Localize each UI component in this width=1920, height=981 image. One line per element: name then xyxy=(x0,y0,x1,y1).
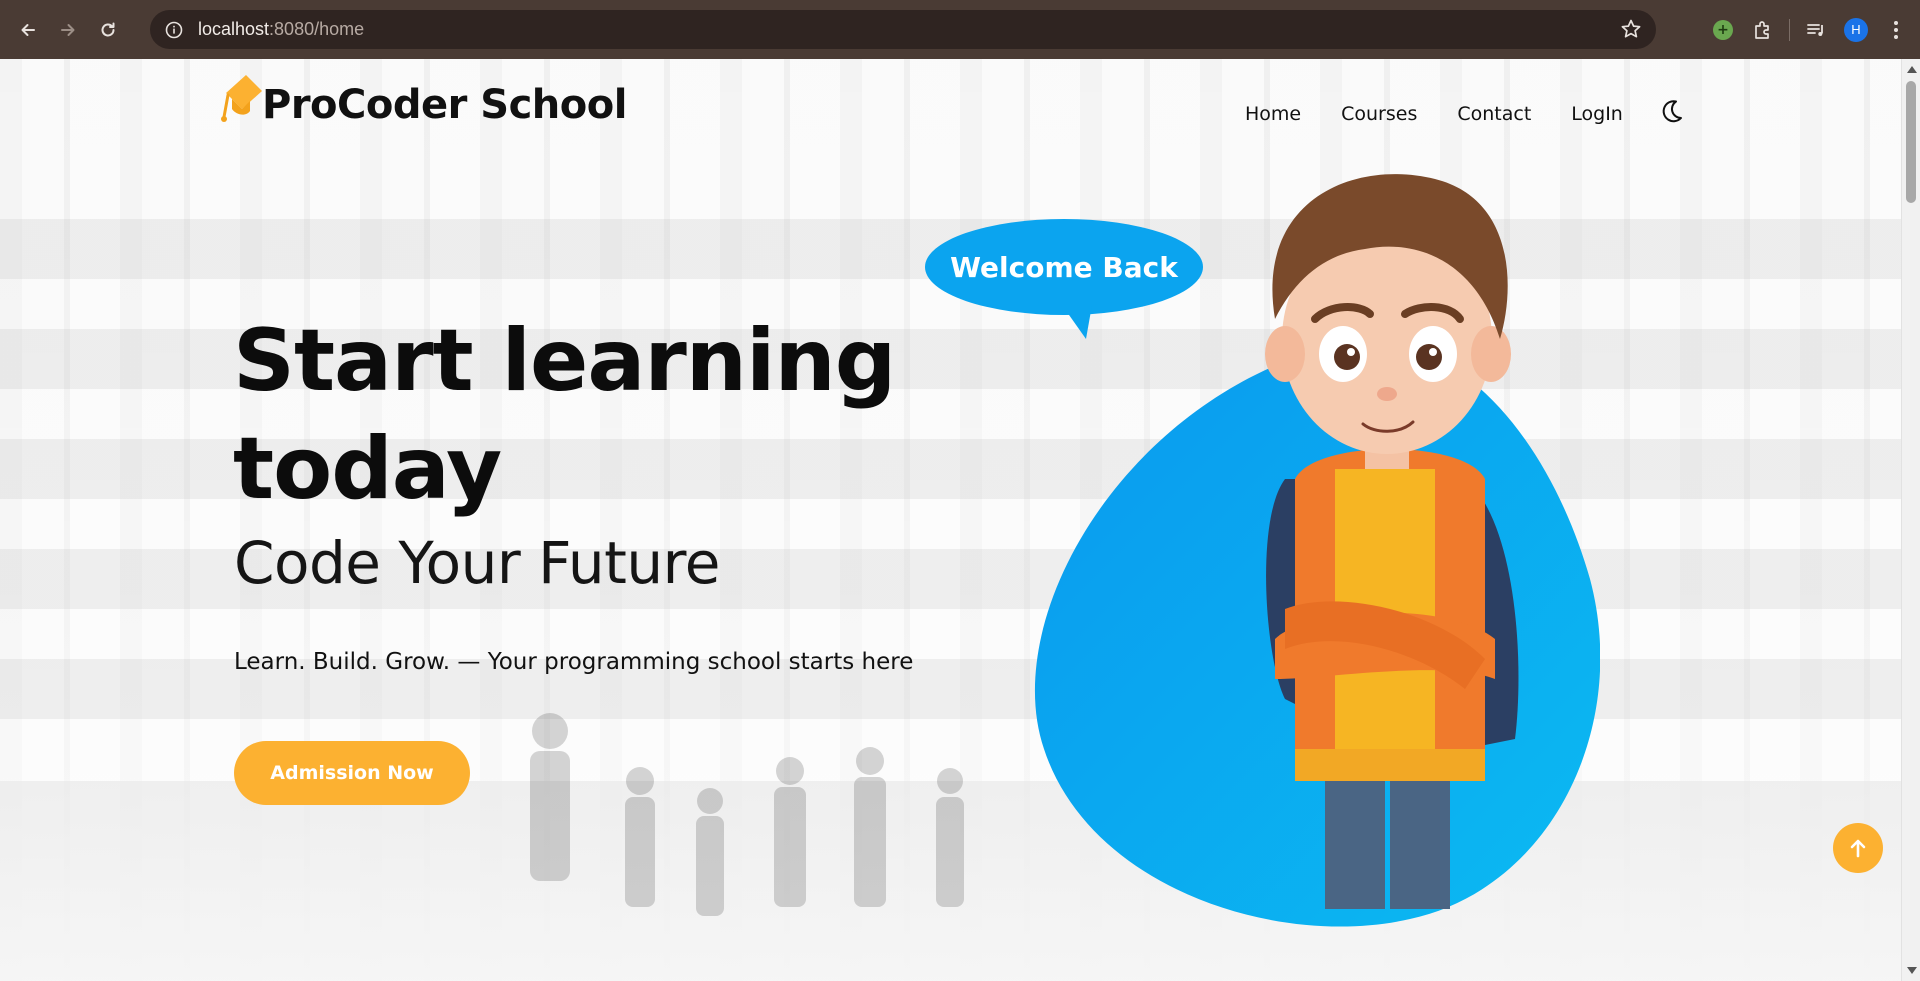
scrollbar-thumb[interactable] xyxy=(1906,81,1916,203)
speech-bubble-tail xyxy=(1062,305,1092,339)
url-path: :8080/home xyxy=(269,19,365,39)
toolbar-actions: + H xyxy=(1703,0,1920,59)
welcome-speech-bubble: Welcome Back xyxy=(925,219,1203,315)
nav-courses[interactable]: Courses xyxy=(1341,103,1417,125)
hero-title-line-2: today xyxy=(233,419,502,519)
extension-icon: + xyxy=(1713,19,1733,40)
background-students xyxy=(530,713,964,916)
reload-button[interactable] xyxy=(90,12,126,48)
brand-name: ProCoder School xyxy=(262,82,627,128)
bookmark-star-icon[interactable] xyxy=(1620,18,1642,44)
toolbar-divider xyxy=(1789,18,1790,41)
browser-toolbar: localhost:8080/home + H xyxy=(0,0,1920,59)
main-nav: Home Courses Contact LogIn xyxy=(1245,100,1685,125)
url-host: localhost xyxy=(198,19,270,39)
graduation-cap-icon xyxy=(221,75,262,122)
scroll-down-arrow[interactable] xyxy=(1907,967,1917,974)
url-text[interactable]: localhost:8080/home xyxy=(198,19,364,40)
profile-button[interactable]: H xyxy=(1836,10,1876,50)
back-icon xyxy=(21,23,35,36)
nav-contact[interactable]: Contact xyxy=(1457,103,1531,125)
address-bar[interactable]: localhost:8080/home xyxy=(150,10,1656,49)
hero-title: Start learning today xyxy=(233,307,933,523)
forward-icon xyxy=(61,23,75,36)
page-scrollbar[interactable] xyxy=(1901,59,1920,981)
moon-icon[interactable] xyxy=(1657,97,1685,125)
forward-button[interactable] xyxy=(50,12,86,48)
back-button[interactable] xyxy=(10,12,46,48)
admission-now-button[interactable]: Admission Now xyxy=(234,741,470,805)
avatar: H xyxy=(1844,17,1868,42)
puzzle-icon xyxy=(1755,20,1769,39)
hero-title-line-1: Start learning xyxy=(233,311,896,411)
scroll-up-arrow[interactable] xyxy=(1907,66,1917,73)
site-header: ProCoder School Home Courses Contact Log… xyxy=(0,59,1901,179)
nav-home[interactable]: Home xyxy=(1245,103,1301,125)
extensions-menu-button[interactable] xyxy=(1743,10,1783,50)
arrow-up-icon xyxy=(1850,839,1866,858)
hero-subtitle: Code Your Future xyxy=(234,529,720,597)
scroll-to-top-button[interactable] xyxy=(1833,823,1883,873)
menu-icon xyxy=(1894,20,1898,39)
page-viewport: ProCoder School Home Courses Contact Log… xyxy=(0,59,1901,981)
browser-menu-button[interactable] xyxy=(1876,10,1916,50)
nav-login[interactable]: LogIn xyxy=(1571,103,1623,125)
hero-tagline: Learn. Build. Grow. — Your programming s… xyxy=(234,649,914,675)
media-icon xyxy=(1807,23,1823,36)
site-logo[interactable]: ProCoder School xyxy=(220,71,627,127)
extension-button[interactable]: + xyxy=(1703,10,1743,50)
reload-icon xyxy=(101,22,115,36)
student-illustration xyxy=(1265,174,1519,909)
media-controls-button[interactable] xyxy=(1796,10,1836,50)
info-icon[interactable] xyxy=(164,20,184,40)
